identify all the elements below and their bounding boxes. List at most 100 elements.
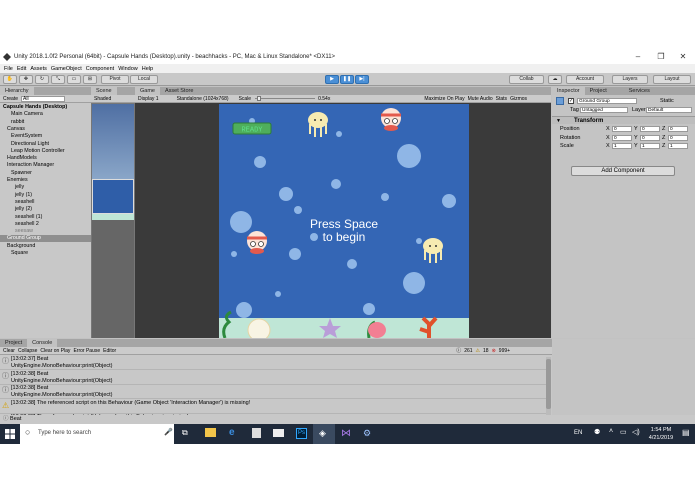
hierarchy-item[interactable]: Spawner xyxy=(0,170,91,177)
hierarchy-item[interactable]: Main Camera xyxy=(0,111,91,118)
move-tool-button[interactable]: ✥ xyxy=(19,75,33,84)
steam-icon[interactable]: ⚙ xyxy=(363,428,371,439)
scale-tool-button[interactable]: ⤡ xyxy=(51,75,65,84)
editor-dropdown[interactable]: Editor xyxy=(103,348,116,354)
maximize-button[interactable]: ❐ xyxy=(651,50,671,64)
windows-start-icon[interactable] xyxy=(5,429,15,439)
add-component-button[interactable]: Add Component xyxy=(571,166,675,176)
hierarchy-item[interactable]: Enemies xyxy=(0,177,91,184)
static-toggle[interactable]: Static xyxy=(660,98,674,104)
transform-tool-button[interactable]: ⊞ xyxy=(83,75,97,84)
hierarchy-item[interactable]: Background xyxy=(0,243,91,250)
tab-project-bottom[interactable]: Project xyxy=(0,339,27,347)
stats-toggle[interactable]: Stats xyxy=(496,96,507,102)
tab-game[interactable]: Game xyxy=(135,87,160,95)
language-indicator[interactable]: EN xyxy=(574,430,582,436)
volume-icon[interactable]: ◁) xyxy=(632,428,640,436)
tab-scene[interactable]: Scene xyxy=(91,87,117,95)
play-button[interactable]: ▶ xyxy=(325,75,339,84)
mute-audio-toggle[interactable]: Mute Audio xyxy=(468,96,493,102)
warning-count-icon[interactable]: ⚠ xyxy=(476,348,480,354)
console-entry[interactable]: ⚠ [13:02:38] The referenced script on thi… xyxy=(0,400,546,414)
hierarchy-item[interactable]: seashell xyxy=(0,199,91,206)
chevron-up-icon[interactable]: ˄ xyxy=(609,428,613,435)
microphone-icon[interactable]: 🎤 xyxy=(164,428,173,436)
clock[interactable]: 1:54 PM 4/21/2019 xyxy=(645,426,677,442)
transform-header[interactable]: ▼ Transform xyxy=(552,116,695,124)
pause-button[interactable]: ❚❚ xyxy=(340,75,354,84)
taskbar-search-box[interactable]: ○ Type here to search 🎤 xyxy=(20,424,174,444)
minimize-button[interactable]: – xyxy=(628,50,648,64)
game-view[interactable]: READY Press Space to begin xyxy=(219,104,469,338)
console-scrollbar[interactable] xyxy=(546,357,551,423)
hierarchy-item[interactable]: Capsule Hands (Desktop) xyxy=(0,104,91,111)
store-icon[interactable] xyxy=(252,428,261,438)
transform-scale-z-field[interactable]: 1 xyxy=(668,143,688,149)
file-explorer-icon[interactable] xyxy=(205,428,216,437)
hierarchy-item[interactable]: EventSystem xyxy=(0,133,91,140)
rotate-tool-button[interactable]: ↻ xyxy=(35,75,49,84)
gizmos-dropdown[interactable]: Gizmos xyxy=(510,96,527,102)
collapse-button[interactable]: Collapse xyxy=(18,348,37,354)
transform-scale-x-field[interactable]: 1 xyxy=(612,143,632,149)
hierarchy-item[interactable]: Canvas xyxy=(0,126,91,133)
hierarchy-item[interactable]: jelly xyxy=(0,184,91,191)
clear-button[interactable]: Clear xyxy=(3,348,15,354)
error-count-icon[interactable]: ⊗ xyxy=(492,348,496,354)
menu-component[interactable]: Component xyxy=(86,66,114,72)
hierarchy-item[interactable]: rabbit xyxy=(0,119,91,126)
display-dropdown[interactable]: Display 1 xyxy=(138,96,159,102)
menu-file[interactable]: File xyxy=(4,66,13,72)
mail-icon[interactable] xyxy=(273,429,284,437)
transform-rotation-x-field[interactable]: 0 xyxy=(612,134,632,141)
object-name-field[interactable]: Ground Group xyxy=(577,98,637,104)
tab-console[interactable]: Console xyxy=(27,339,58,347)
account-dropdown[interactable]: Account xyxy=(566,75,604,84)
console-entry[interactable]: ⓘ [13:02:38] Beat UnityEngine.MonoBehaviou… xyxy=(0,385,546,399)
tab-hierarchy[interactable]: Hierarchy xyxy=(0,87,34,95)
photoshop-icon[interactable]: Ps xyxy=(296,428,307,439)
hierarchy-item[interactable]: seesaw xyxy=(0,228,91,235)
layers-dropdown[interactable]: Layers xyxy=(612,75,648,84)
menu-window[interactable]: Window xyxy=(118,66,138,72)
transform-position-z-field[interactable]: 0 xyxy=(668,126,688,132)
hierarchy-item[interactable]: Interaction Manager xyxy=(0,162,91,169)
hierarchy-item[interactable]: jelly (1) xyxy=(0,192,91,199)
collab-button[interactable]: Collab xyxy=(509,75,544,84)
tag-dropdown[interactable]: Untagged xyxy=(580,107,628,113)
info-count-icon[interactable]: ⓘ xyxy=(456,347,461,354)
local-button[interactable]: Local xyxy=(130,75,158,84)
visual-studio-icon[interactable]: ⋈ xyxy=(341,428,351,439)
transform-rotation-y-field[interactable]: 0 xyxy=(640,134,660,141)
menu-edit[interactable]: Edit xyxy=(17,66,26,72)
step-button[interactable]: ▶| xyxy=(355,75,369,84)
scene-view-game-area[interactable] xyxy=(92,179,134,214)
layer-dropdown[interactable]: Default xyxy=(646,107,692,113)
hierarchy-search-input[interactable]: All xyxy=(21,95,66,102)
tab-asset-store[interactable]: Asset Store xyxy=(160,87,198,95)
menu-assets[interactable]: Assets xyxy=(30,66,47,72)
hierarchy-item[interactable]: seashell 2 xyxy=(0,221,91,228)
clear-on-play-button[interactable]: Clear on Play xyxy=(40,348,70,354)
task-view-icon[interactable]: ⧉ xyxy=(182,428,188,438)
edge-browser-icon[interactable]: e xyxy=(229,427,235,438)
create-dropdown[interactable]: Create xyxy=(3,96,18,102)
pivot-button[interactable]: Pivot xyxy=(101,75,129,84)
console-entry[interactable]: ⓘ [13:02:37] Beat UnityEngine.MonoBehaviou… xyxy=(0,356,546,370)
close-button[interactable]: ✕ xyxy=(673,50,693,64)
menu-help[interactable]: Help xyxy=(142,66,153,72)
transform-position-x-field[interactable]: 0 xyxy=(612,126,632,132)
hierarchy-item[interactable]: HandModels xyxy=(0,155,91,162)
shading-dropdown[interactable]: Shaded xyxy=(94,96,111,102)
menu-gameobject[interactable]: GameObject xyxy=(51,66,82,72)
active-checkbox[interactable]: ✓ xyxy=(568,98,574,104)
people-icon[interactable]: ⚉ xyxy=(594,428,600,436)
hierarchy-item[interactable]: jelly (2) xyxy=(0,206,91,213)
error-pause-button[interactable]: Error Pause xyxy=(73,348,100,354)
network-icon[interactable]: ▭ xyxy=(620,428,627,436)
rect-tool-button[interactable]: ▭ xyxy=(67,75,81,84)
hierarchy-item[interactable]: Ground Group xyxy=(0,235,91,243)
resolution-dropdown[interactable]: Standalone (1024x768) xyxy=(177,96,229,102)
maximize-on-play-toggle[interactable]: Maximize On Play xyxy=(424,96,464,102)
hierarchy-item[interactable]: Square xyxy=(0,250,91,257)
